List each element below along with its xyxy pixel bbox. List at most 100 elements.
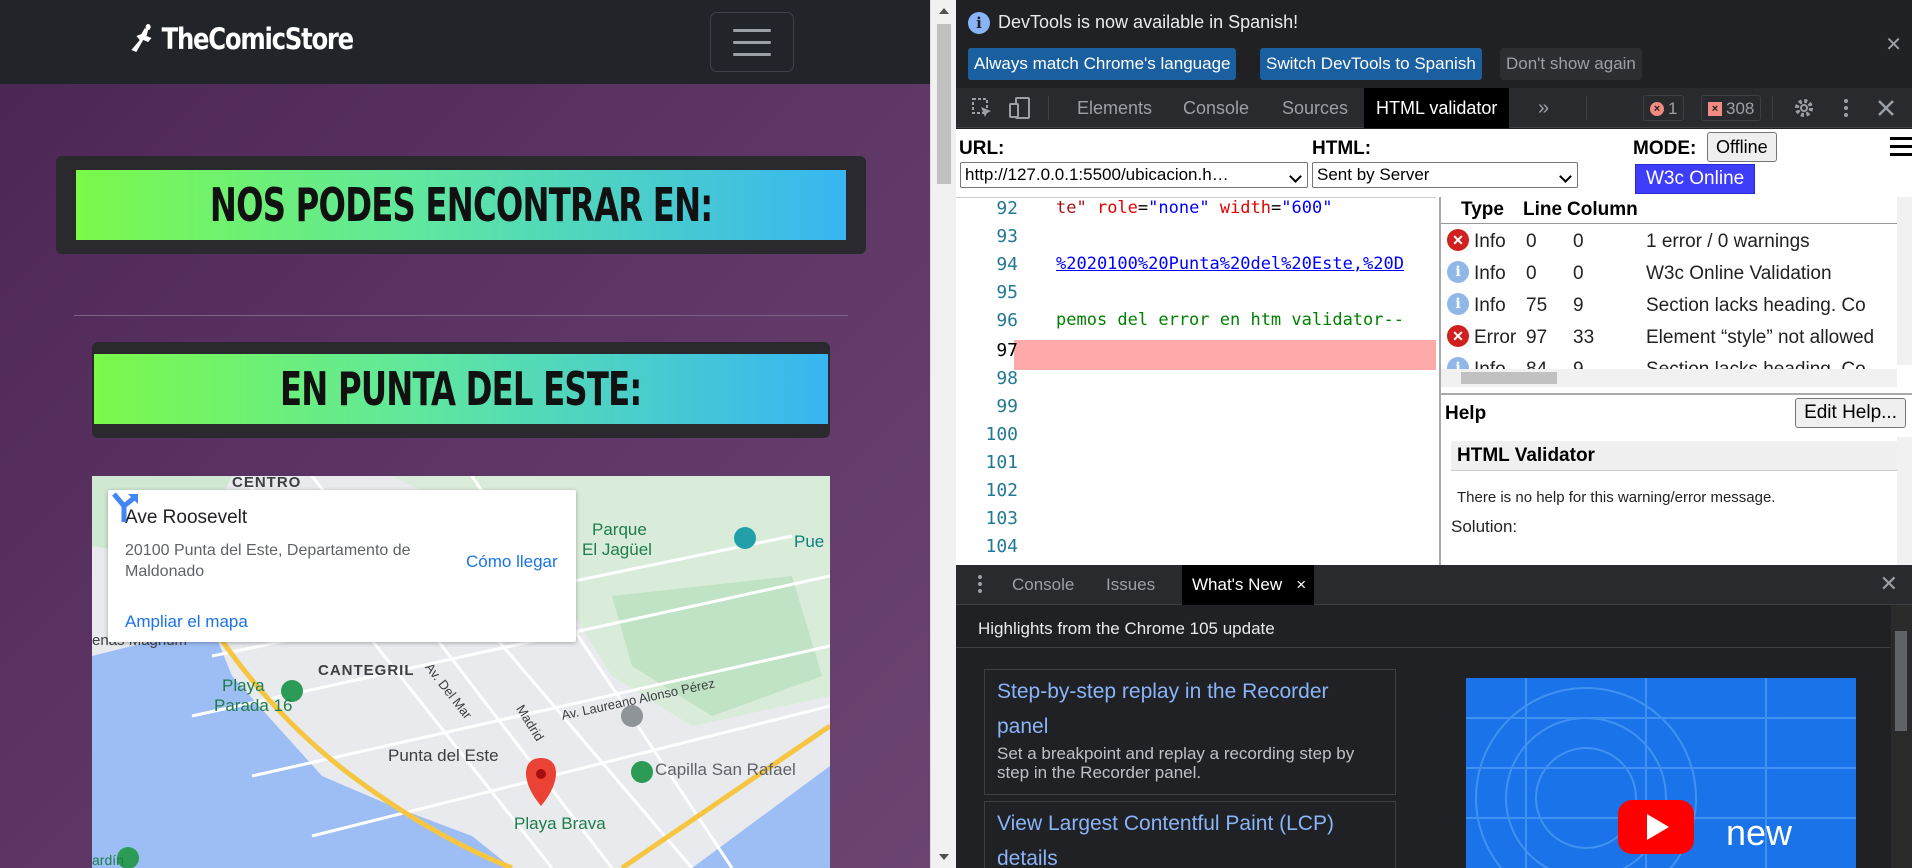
column-header-column[interactable]: Column <box>1567 199 1638 221</box>
tab-sources[interactable]: Sources <box>1270 88 1360 128</box>
drawer-tab-whats-new-label: What's New <box>1192 575 1283 594</box>
close-devtools-icon[interactable] <box>1874 96 1898 120</box>
tab-elements[interactable]: Elements <box>1065 88 1164 128</box>
news-card[interactable]: Step-by-step replay in the Recorder pane… <box>984 669 1396 795</box>
line-number: 99 <box>996 396 1018 417</box>
table-row[interactable]: ✕ Info 0 0 1 error / 0 warnings <box>1441 225 1897 257</box>
error-line-highlight <box>1014 340 1436 370</box>
column-header-line[interactable]: Line <box>1523 199 1562 221</box>
w3c-online-mode-button[interactable]: W3c Online <box>1635 164 1756 194</box>
offline-mode-button[interactable]: Offline <box>1707 132 1777 162</box>
language-infobar: i DevTools is now available in Spanish! … <box>956 0 1912 86</box>
news-title[interactable]: Step-by-step replay in the Recorder pane… <box>997 674 1383 744</box>
code-line-94[interactable]: %2020100%20Punta%20del%20Este,%20D <box>1056 254 1404 274</box>
help-content: HTML Validator There is no help for this… <box>1441 441 1897 565</box>
drawer-menu-icon[interactable] <box>978 575 982 596</box>
info-icon: i <box>1447 261 1469 283</box>
line-number: 98 <box>996 368 1018 389</box>
line-number: 101 <box>985 452 1018 473</box>
enlarge-map-link[interactable]: Ampliar el mapa <box>125 612 248 632</box>
news-title[interactable]: View Largest Contentful Paint (LCP) deta… <box>997 806 1383 868</box>
scroll-up-arrow-icon[interactable] <box>939 8 949 14</box>
device-toolbar-icon[interactable] <box>1008 96 1032 120</box>
place-title: Ave Roosevelt <box>125 507 248 528</box>
navbar-toggle-button[interactable] <box>710 12 794 72</box>
map-label-el-jaguel: El Jagüel <box>582 540 652 559</box>
issues-count-badge[interactable]: × 308 <box>1701 95 1762 121</box>
brand-name: TheComicStore <box>161 22 355 56</box>
dont-show-again-button[interactable]: Don't show again <box>1500 48 1642 80</box>
html-label: HTML: <box>1312 138 1372 159</box>
line-number: 92 <box>996 198 1018 219</box>
line-number: 104 <box>985 536 1018 557</box>
error-count-badge[interactable]: × 1 <box>1643 95 1685 121</box>
help-heading: HTML Validator <box>1451 441 1897 471</box>
close-tab-icon[interactable]: × <box>1296 565 1306 605</box>
messages-vertical-scrollbar[interactable] <box>1897 197 1912 365</box>
url-select[interactable]: http://127.0.0.1:5500/ubicacion.h… <box>960 162 1308 188</box>
help-vertical-scrollbar[interactable] <box>1897 437 1912 565</box>
devtools-tabbar: Elements Console Sources HTML validator … <box>956 88 1912 128</box>
directions-icon[interactable] <box>108 490 142 524</box>
messages-horizontal-scrollbar[interactable] <box>1441 369 1897 387</box>
line-number: 96 <box>996 310 1018 331</box>
brand-logo-icon <box>131 24 152 52</box>
inspect-element-icon[interactable] <box>970 96 994 120</box>
page-scrollbar[interactable] <box>930 0 956 868</box>
close-drawer-icon[interactable]: ✕ <box>1880 571 1898 597</box>
error-count: 1 <box>1668 99 1678 118</box>
column-header-type[interactable]: Type <box>1461 199 1504 221</box>
section-heading-box-1: NOS PODES ENCONTRAR EN: <box>56 156 866 254</box>
line-number: 95 <box>996 282 1018 303</box>
validator-menu-icon[interactable] <box>1890 137 1912 161</box>
tab-html-validator[interactable]: HTML validator <box>1364 88 1510 128</box>
issue-icon: × <box>1708 102 1722 116</box>
drawer-tab-console[interactable]: Console <box>1002 565 1084 605</box>
drawer-tab-issues[interactable]: Issues <box>1096 565 1165 605</box>
infobar-message: DevTools is now available in Spanish! <box>998 12 1299 32</box>
devtools-panel: i DevTools is now available in Spanish! … <box>956 0 1912 868</box>
brand-link[interactable]: TheComicStore <box>128 22 355 56</box>
map-label-cantegril: CANTEGRIL <box>318 662 415 679</box>
mode-label: MODE: <box>1633 138 1697 159</box>
always-match-language-button[interactable]: Always match Chrome's language <box>968 48 1237 80</box>
table-row[interactable]: i Info 0 0 W3c Online Validation <box>1441 257 1897 289</box>
video-thumbnail[interactable]: new <box>1466 678 1856 868</box>
video-artwork <box>1466 678 1856 868</box>
divider <box>956 647 1891 648</box>
settings-gear-icon[interactable] <box>1792 96 1816 120</box>
drawer-scrollbar[interactable] <box>1891 605 1912 868</box>
edit-help-button[interactable]: Edit Help... <box>1795 398 1906 428</box>
news-description: Set a breakpoint and replay a recording … <box>997 744 1355 782</box>
section-title-2: EN PUNTA DEL ESTE: <box>280 362 642 416</box>
devtools-drawer: Console Issues What's New × ✕ Highlights… <box>956 565 1912 868</box>
line-number: 100 <box>985 424 1018 445</box>
directions-link[interactable]: Cómo llegar <box>466 552 558 572</box>
switch-to-spanish-button[interactable]: Switch DevTools to Spanish <box>1260 48 1482 80</box>
site-navbar: TheComicStore <box>0 0 930 84</box>
html-source-select[interactable]: Sent by Server <box>1312 162 1578 188</box>
customize-menu-icon[interactable] <box>1834 96 1858 120</box>
map-label-ardin: ardín <box>92 852 124 868</box>
help-label: Help <box>1445 403 1487 424</box>
tab-console[interactable]: Console <box>1171 88 1261 128</box>
error-icon: ✕ <box>1447 325 1469 347</box>
scroll-down-arrow-icon[interactable] <box>939 854 949 860</box>
drawer-tab-whats-new[interactable]: What's New × <box>1182 565 1315 605</box>
line-number: 103 <box>985 508 1018 529</box>
google-map-embed[interactable]: CENTRO Parque El Jagüel Pue enas Magnum … <box>92 476 830 868</box>
news-card[interactable]: View Largest Contentful Paint (LCP) deta… <box>984 801 1396 868</box>
solution-label: Solution: <box>1451 517 1518 536</box>
help-header: Help Edit Help... <box>1441 393 1912 429</box>
map-label-playa-1: Playa <box>222 676 265 695</box>
more-tabs-icon[interactable]: » <box>1526 88 1561 128</box>
html-validator-panel: URL: http://127.0.0.1:5500/ubicacion.h… … <box>956 129 1912 565</box>
line-number: 102 <box>985 480 1018 501</box>
table-row[interactable]: ✕ Error 97 33 Element “style” not allowe… <box>1441 321 1897 353</box>
page-scrollbar-thumb[interactable] <box>937 24 951 184</box>
map-label-parque: Parque <box>592 520 647 539</box>
info-icon: i <box>1447 293 1469 315</box>
table-row[interactable]: i Info 75 9 Section lacks heading. Co <box>1441 289 1897 321</box>
source-code-pane[interactable]: 92 93 94 95 96 97 98 99 100 101 102 103 … <box>956 197 1436 565</box>
infobar-close-icon[interactable]: ✕ <box>1885 32 1902 57</box>
